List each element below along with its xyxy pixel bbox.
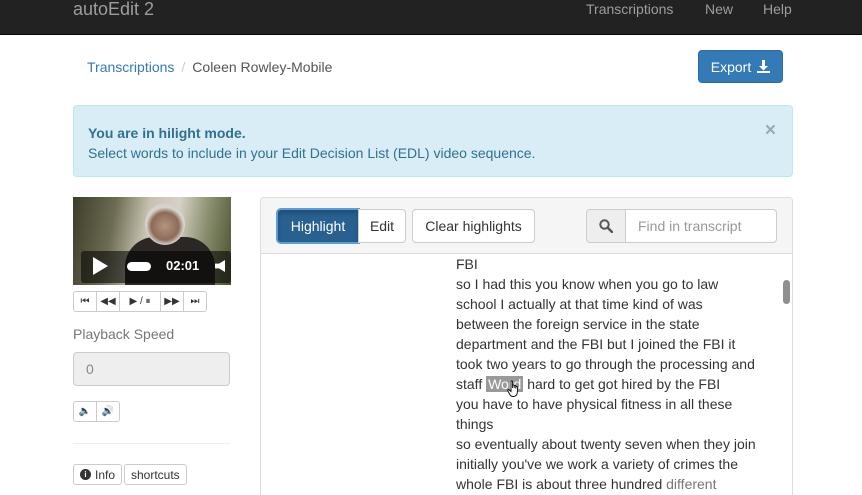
transcript-line[interactable]: you have to have physical fitness in all… (456, 394, 776, 414)
transcript-word[interactable]: hard to get got hired by the FBI (527, 376, 720, 392)
hilight-mode-alert: You are in hilight mode. Select words to… (73, 105, 793, 177)
brand[interactable]: autoEdit 2 (73, 0, 154, 22)
breadcrumb: Transcriptions / Coleen Rowley-Mobile (73, 50, 373, 84)
transcript-word[interactable]: staff (456, 376, 482, 392)
search-addon (586, 209, 626, 243)
transcript-word[interactable]: whole FBI is about three hundred (456, 476, 662, 492)
download-icon (757, 60, 771, 73)
transcript-line[interactable]: initially you've we work a variety of cr… (456, 454, 776, 474)
play-icon[interactable] (93, 257, 108, 275)
transport-controls: ⏮ ◀◀ ▶ / ⏸ ▶▶ ⏭ (73, 291, 207, 312)
transcript-line[interactable]: so eventually about twenty seven when th… (456, 434, 776, 454)
search-icon (599, 219, 613, 233)
transcript-line[interactable]: things (456, 414, 776, 434)
rewind-button[interactable]: ◀◀ (96, 291, 120, 312)
breadcrumb-transcriptions[interactable]: Transcriptions (87, 59, 174, 75)
transcript-line-highlighted[interactable]: staff Word hard to get got hired by the … (456, 374, 776, 394)
info-icon: i (80, 469, 91, 480)
shortcuts-button[interactable]: shortcuts (124, 464, 187, 485)
navbar: autoEdit 2 Transcriptions New Help (0, 0, 862, 35)
highlight-mode-button[interactable]: Highlight (276, 208, 360, 244)
close-icon[interactable]: × (765, 121, 776, 140)
edit-mode-button[interactable]: Edit (358, 209, 406, 243)
volume-up-icon[interactable]: 🔊 (96, 401, 120, 422)
transcript-line[interactable]: so I had this you know when you go to la… (456, 274, 776, 294)
transcript-line[interactable]: school I actually at that time kind of w… (456, 294, 776, 314)
transcript-line-last[interactable]: whole FBI is about three hundred differe… (456, 474, 776, 494)
breadcrumb-current: Coleen Rowley-Mobile (192, 59, 333, 75)
clear-highlights-button[interactable]: Clear highlights (412, 209, 535, 243)
video-time: 02:01 (166, 258, 200, 273)
nav-help[interactable]: Help (763, 0, 792, 18)
skip-start-button[interactable]: ⏮ (73, 291, 97, 312)
info-label: Info (95, 467, 116, 482)
skip-end-button[interactable]: ⏭ (183, 291, 207, 312)
transcript-line[interactable]: department and the FBI but I joined the … (456, 334, 776, 354)
transcript-panel: Highlight Edit Clear highlights Find in … (260, 197, 793, 495)
volume-controls: 🔈 🔊 (73, 401, 120, 422)
play-pause-button[interactable]: ▶ / ⏸ (119, 291, 161, 312)
playback-speed-label: Playback Speed (73, 326, 175, 342)
export-button[interactable]: Export (698, 50, 783, 83)
hand-cursor-icon (507, 380, 518, 397)
grey-word[interactable]: different (666, 476, 716, 492)
transcript-line[interactable]: took two years to go through the process… (456, 354, 776, 374)
transcript-toolbar: Highlight Edit Clear highlights Find in … (261, 198, 792, 254)
info-button[interactable]: i Info (73, 464, 123, 485)
transcript-line[interactable]: between the foreign service in the state (456, 314, 776, 334)
transcript-text: FBI so I had this you know when you go t… (456, 248, 776, 494)
alert-title: You are in hilight mode. (88, 125, 246, 141)
nav-new[interactable]: New (705, 0, 733, 18)
nav-transcriptions[interactable]: Transcriptions (586, 0, 673, 18)
transcript-line[interactable]: FBI (456, 254, 776, 274)
breadcrumb-separator: / (181, 59, 186, 75)
video-frame-face (145, 203, 185, 245)
divider (73, 443, 230, 444)
volume-down-icon[interactable]: 🔈 (73, 401, 97, 422)
fast-forward-button[interactable]: ▶▶ (160, 291, 184, 312)
export-label: Export (710, 58, 752, 75)
playback-speed-input[interactable]: 0 (73, 352, 230, 386)
alert-message: Select words to include in your Edit Dec… (88, 145, 536, 161)
search-input[interactable]: Find in transcript (625, 209, 777, 243)
video-player[interactable]: 02:01 (73, 197, 231, 285)
transcript-scrollbar[interactable] (783, 280, 790, 304)
video-progress-bar[interactable] (127, 262, 151, 271)
